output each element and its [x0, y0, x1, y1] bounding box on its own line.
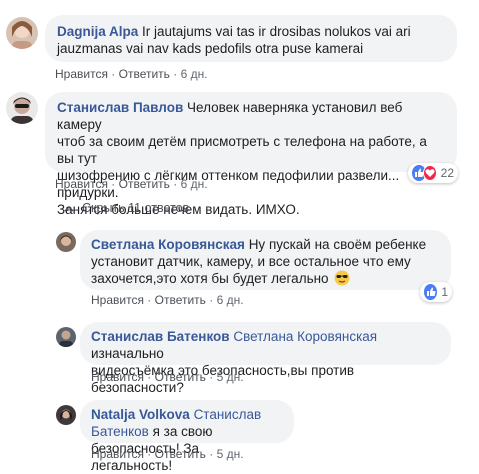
avatar-photo-icon — [6, 17, 38, 49]
separator: · — [111, 177, 116, 191]
timestamp[interactable]: 5 дн. — [217, 447, 244, 461]
comment-author[interactable]: Станислав Павлов — [57, 100, 183, 115]
reply-link[interactable]: Ответить — [119, 177, 170, 191]
comment-author[interactable]: Dagnija Alpa — [57, 24, 138, 39]
sunglasses-emoji-icon — [334, 270, 350, 290]
hide-replies-label: Скрыть 11 ответов — [82, 201, 190, 215]
separator: · — [147, 447, 152, 461]
reply-link[interactable]: Ответить — [155, 293, 206, 307]
avatar[interactable] — [56, 405, 76, 425]
reply-actions: Нравится · Ответить · 5 дн. — [91, 447, 244, 461]
separator: · — [173, 177, 178, 191]
reply-link[interactable]: Ответить — [119, 67, 170, 81]
hide-replies-toggle[interactable]: Скрыть 11 ответов — [64, 201, 189, 215]
like-link[interactable]: Нравится — [91, 370, 144, 384]
comment-actions: Нравится · Ответить · 6 дн. — [55, 177, 208, 191]
comment-text-line: jauzmanas vai nav kads pedofils otra pus… — [57, 41, 364, 56]
avatar-photo-icon — [6, 92, 38, 124]
like-link[interactable]: Нравится — [55, 67, 108, 81]
timestamp[interactable]: 5 дн. — [217, 370, 244, 384]
reply-author[interactable]: Natalja Volkova — [91, 407, 190, 422]
reply-text-line: Ну пускай на своём ребенке — [248, 237, 427, 252]
reply-bubble: Natalja Volkova Станислав Батенков я за … — [80, 400, 294, 473]
reply-link[interactable]: Ответить — [155, 447, 206, 461]
reply-text-line: я за свою — [152, 424, 213, 439]
separator: · — [173, 67, 178, 81]
timestamp[interactable]: 6 дн. — [217, 293, 244, 307]
reply-author[interactable]: Светлана Коровянская — [91, 237, 245, 252]
comment-bubble: Станислав Павлов Человек наверняка устан… — [45, 92, 457, 217]
timestamp[interactable]: 6 дн. — [181, 67, 208, 81]
reaction-count-value: 22 — [440, 166, 454, 180]
avatar-photo-icon — [56, 232, 76, 252]
separator: · — [111, 67, 116, 81]
separator: · — [209, 447, 214, 461]
like-link[interactable]: Нравится — [55, 177, 108, 191]
avatar[interactable] — [6, 92, 38, 124]
avatar-photo-icon — [56, 327, 76, 347]
separator: · — [147, 370, 152, 384]
reaction-count[interactable]: 1 — [420, 282, 452, 302]
separator: · — [147, 293, 152, 307]
like-link[interactable]: Нравится — [91, 293, 144, 307]
reaction-count-value: 1 — [441, 285, 448, 299]
reply-actions: Нравится · Ответить · 5 дн. — [91, 370, 244, 384]
comment-actions: Нравится · Ответить · 6 дн. — [55, 67, 208, 81]
like-reaction-icon — [424, 284, 438, 300]
reply-bubble: Станислав Батенков Светлана Коровянская … — [80, 322, 451, 395]
avatar-photo-icon — [56, 405, 76, 425]
mention-link[interactable]: Светлана Коровянская — [233, 329, 377, 344]
comment-text-line: чтоб за своим детём присмотреть с телефо… — [57, 134, 427, 166]
reaction-count[interactable]: 22 — [408, 163, 458, 183]
chevron-up-icon — [64, 205, 74, 212]
reply-actions: Нравится · Ответить · 6 дн. — [91, 293, 244, 307]
comment-bubble: Dagnija Alpa Ir jautajums vai tas ir dro… — [45, 15, 457, 62]
reply-author[interactable]: Станислав Батенков — [91, 329, 230, 344]
reply-link[interactable]: Ответить — [155, 370, 206, 384]
separator: · — [209, 293, 214, 307]
reply-text-line: установит датчик, камеру, и все остально… — [91, 254, 411, 269]
separator: · — [209, 370, 214, 384]
avatar[interactable] — [6, 17, 38, 49]
reply-text-line: изначально — [91, 346, 164, 361]
reply-text-line: захочется,это хотя бы будет легально — [91, 271, 329, 286]
reply-bubble: Светлана Коровянская Ну пускай на своём … — [80, 230, 451, 290]
like-link[interactable]: Нравится — [91, 447, 144, 461]
avatar[interactable] — [56, 232, 76, 252]
love-reaction-icon — [422, 165, 437, 181]
timestamp[interactable]: 6 дн. — [181, 177, 208, 191]
comment-text-line: Ir jautajums vai tas ir drosibas nolukos… — [142, 24, 411, 39]
avatar[interactable] — [56, 327, 76, 347]
